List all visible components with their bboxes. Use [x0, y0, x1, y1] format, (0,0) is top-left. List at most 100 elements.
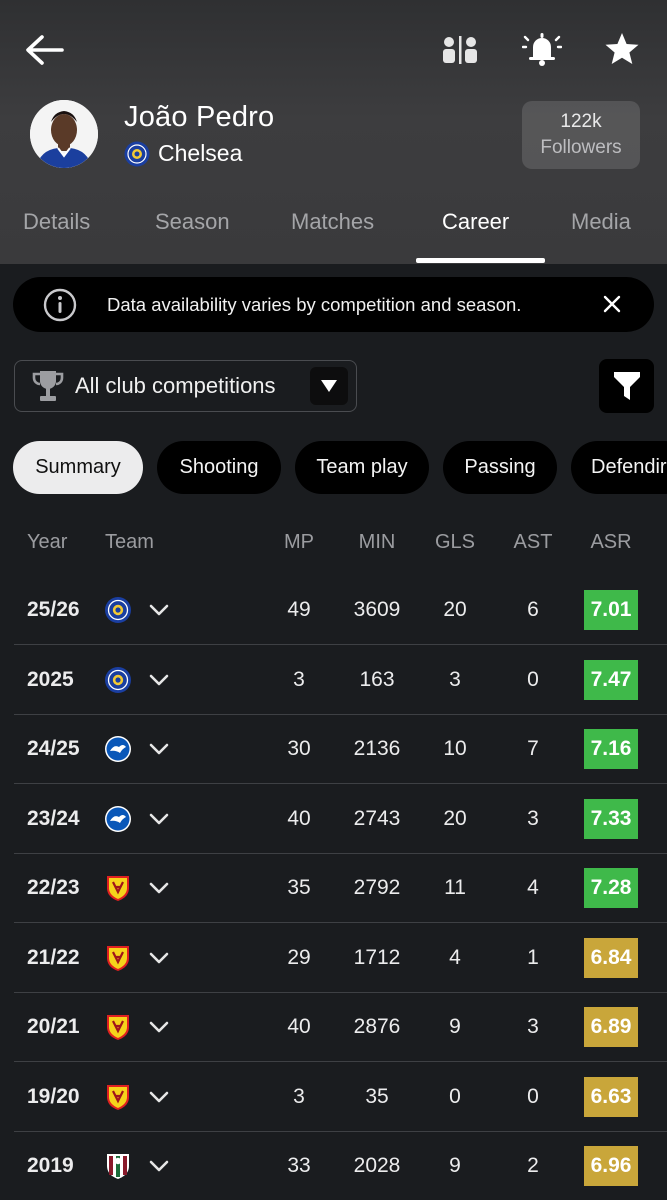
filter-button[interactable] [599, 359, 654, 413]
chevron-down-icon[interactable] [148, 1155, 170, 1177]
row-gls: 11 [444, 876, 466, 899]
row-min: 2743 [353, 806, 401, 830]
row-year: 22/23 [27, 876, 80, 899]
table-row[interactable]: 22/23 35 2792 11 4 7.28 [0, 853, 667, 923]
tab-details[interactable]: Details [23, 209, 90, 235]
row-min: 35 [365, 1084, 389, 1108]
chevron-down-icon[interactable] [148, 669, 170, 691]
row-ast: 1 [527, 945, 539, 969]
chevron-down-icon[interactable] [148, 808, 170, 830]
row-ast: 4 [527, 876, 539, 899]
row-ast: 7 [527, 737, 539, 760]
fluminense-crest-icon [107, 1154, 129, 1179]
chevron-down-icon[interactable] [148, 738, 170, 760]
followers-badge[interactable]: 122k Followers [522, 101, 640, 169]
watford-crest-icon [107, 1084, 129, 1110]
trophy-icon [32, 371, 64, 401]
chelsea-crest-icon [105, 666, 131, 693]
filter-icon [613, 372, 640, 400]
row-min: 163 [359, 667, 395, 691]
player-name: João Pedro [124, 101, 275, 133]
compare-players-button[interactable] [436, 28, 484, 72]
chevron-down-icon[interactable] [148, 947, 170, 969]
row-ast: 0 [527, 667, 539, 691]
row-mp: 3 [293, 1084, 305, 1108]
chip-passing[interactable]: Passing [443, 441, 557, 494]
chelsea-crest-icon [124, 141, 150, 166]
chip-summary[interactable]: Summary [13, 441, 143, 494]
table-row[interactable]: 25/26 49 3609 20 6 7.01 [0, 575, 667, 645]
row-min: 2136 [353, 737, 401, 760]
banner-close-button[interactable] [598, 290, 626, 318]
rating-badge: 6.84 [584, 937, 638, 978]
tab-media[interactable]: Media [571, 209, 631, 235]
club-name: Chelsea [158, 140, 243, 166]
rating-badge: 7.28 [584, 868, 638, 908]
row-year: 23/24 [27, 806, 80, 830]
table-row[interactable]: 2019 33 2028 9 2 6.96 [0, 1131, 667, 1200]
back-button[interactable] [18, 28, 70, 72]
chevron-down-icon[interactable] [148, 599, 170, 621]
row-gls: 0 [449, 1084, 461, 1108]
column-header-asr[interactable]: ASR [584, 531, 638, 554]
followers-count: 122k [560, 111, 602, 132]
info-icon [43, 288, 77, 321]
column-header-ast[interactable]: AST [504, 531, 562, 554]
followers-label: Followers [540, 137, 622, 158]
row-mp: 35 [287, 876, 311, 899]
tab-season[interactable]: Season [155, 209, 230, 235]
tab-bar: Details Season Matches Career Media [0, 195, 667, 264]
chip-defending[interactable]: Defendir [571, 441, 667, 494]
row-mp: 33 [287, 1154, 311, 1177]
chevron-down-icon[interactable] [148, 877, 170, 899]
column-header-min[interactable]: MIN [343, 531, 411, 554]
row-year: 19/20 [27, 1084, 80, 1108]
row-mp: 49 [287, 598, 311, 621]
triangle-down-icon [321, 380, 337, 392]
star-icon [605, 33, 639, 64]
rating-badge: 6.96 [584, 1146, 638, 1186]
column-header-gls[interactable]: GLS [426, 531, 484, 554]
rating-badge: 7.47 [584, 659, 638, 700]
player-header: João Pedro Chelsea 122k Followers Detail… [0, 0, 667, 264]
row-year: 2019 [27, 1154, 74, 1177]
column-header-mp[interactable]: MP [270, 531, 328, 554]
compare-icon [443, 36, 477, 64]
row-ast: 6 [527, 598, 539, 621]
row-gls: 3 [449, 667, 461, 691]
table-row[interactable]: 24/25 30 2136 10 7 7.16 [0, 714, 667, 784]
tab-career[interactable]: Career [442, 209, 509, 235]
chip-shooting[interactable]: Shooting [157, 441, 281, 494]
table-row[interactable]: 2025 3 163 3 0 7.47 [0, 645, 667, 715]
tab-matches[interactable]: Matches [291, 209, 374, 235]
competition-dropdown[interactable]: All club competitions [14, 360, 357, 412]
dropdown-caret[interactable] [310, 367, 348, 405]
rating-badge: 6.89 [584, 1007, 638, 1047]
rating-badge: 7.01 [584, 590, 638, 630]
rating-badge: 7.33 [584, 798, 638, 839]
chip-team-play[interactable]: Team play [295, 441, 429, 494]
row-mp: 29 [287, 945, 311, 969]
player-club[interactable]: Chelsea [124, 140, 242, 167]
row-gls: 9 [449, 1154, 461, 1177]
chevron-down-icon[interactable] [148, 1086, 170, 1108]
rating-badge: 6.63 [584, 1076, 638, 1117]
chevron-down-icon[interactable] [148, 1016, 170, 1038]
row-mp: 3 [293, 667, 305, 691]
table-row[interactable]: 19/20 3 35 0 0 6.63 [0, 1062, 667, 1132]
column-header-team[interactable]: Team [105, 531, 154, 554]
active-tab-indicator [416, 258, 545, 263]
table-row[interactable]: 20/21 40 2876 9 3 6.89 [0, 992, 667, 1062]
notifications-button[interactable] [518, 26, 566, 72]
competition-dropdown-value: All club competitions [75, 373, 276, 398]
row-year: 21/22 [27, 945, 80, 969]
table-row[interactable]: 21/22 29 1712 4 1 6.84 [0, 923, 667, 993]
row-year: 20/21 [27, 1015, 80, 1038]
favorite-button[interactable] [598, 26, 646, 72]
table-row[interactable]: 23/24 40 2743 20 3 7.33 [0, 784, 667, 854]
watford-crest-icon [107, 945, 129, 971]
player-avatar [30, 100, 98, 168]
row-year: 25/26 [27, 598, 80, 621]
row-year: 24/25 [27, 737, 80, 760]
column-header-year[interactable]: Year [27, 531, 67, 554]
